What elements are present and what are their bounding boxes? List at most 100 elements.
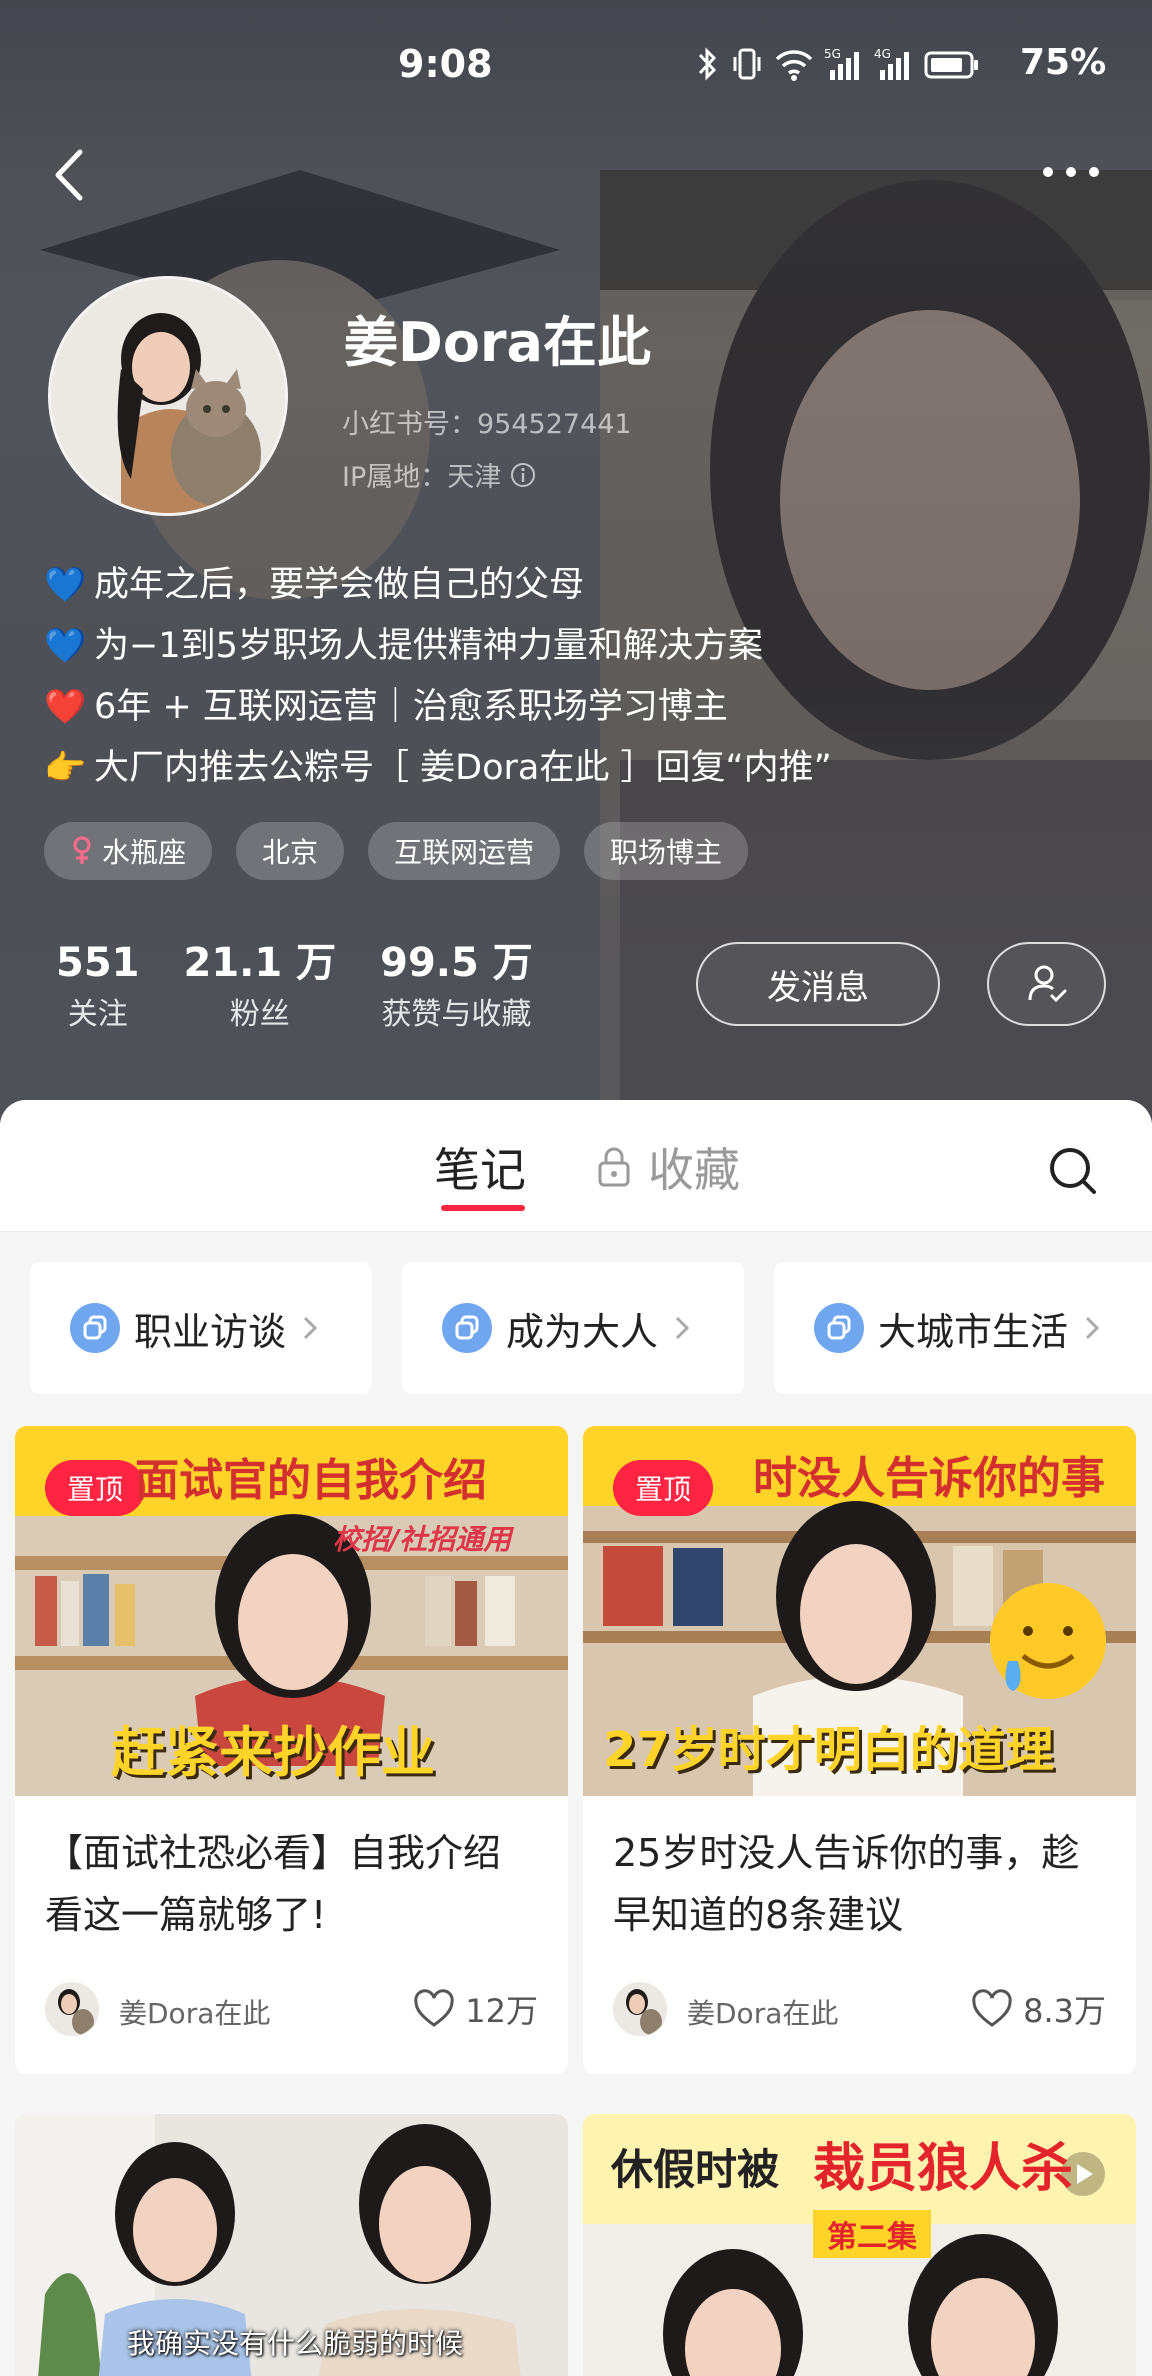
active-tab-indicator [441, 1205, 525, 1211]
stat-label: 关注 [67, 997, 128, 1032]
cover-caption: 27岁时才明白的道理 [603, 1722, 1054, 1778]
heart-icon [972, 1989, 1012, 2027]
bio-text: 大厂内推去公粽号［ 姜Dora在此 ］回复“内推” [94, 748, 832, 788]
follow-user-icon [1028, 965, 1066, 1003]
note-card[interactable]: 置顶 面试官的自我介绍 校招/社招通用 赶紧来抄作业 【面试社恐必看】自我介绍看… [15, 1426, 568, 2074]
note-cover: 休假时被 裁员狼人杀 第二集 [583, 2114, 1136, 2376]
bio-emoji: 💙 [44, 626, 87, 666]
note-title: 25岁时没人告诉你的事，趁早知道的8条建议 [613, 1831, 1080, 1937]
profile-name: 姜Dora在此 [344, 311, 651, 374]
like-count: 8.3万 [1023, 1992, 1106, 2030]
more-button[interactable] [1036, 150, 1106, 190]
bio-emoji: 👉 [44, 748, 87, 788]
bio-text: 为−1到5岁职场人提供精神力量和解决方案 [94, 626, 763, 666]
heart-icon [414, 1989, 454, 2027]
bio-line: 👉 大厂内推去公粽号［ 姜Dora在此 ］回复“内推” [44, 738, 1124, 799]
collection-label: 大城市生活 [878, 1309, 1069, 1354]
wifi-icon [775, 50, 813, 81]
search-button[interactable] [1046, 1144, 1100, 1198]
avatar[interactable] [48, 276, 288, 516]
svg-text:4G: 4G [874, 47, 891, 61]
stat-followers[interactable]: 21.1 万 粉丝 [184, 935, 337, 1039]
like-button[interactable]: 8.3万 [971, 1986, 1106, 2032]
note-footer: 姜Dora在此 12万 [15, 1964, 568, 2074]
battery-icon [924, 51, 978, 79]
note-card[interactable]: 休假时被 裁员狼人杀 第二集 [583, 2114, 1136, 2376]
bio-line: ❤️ 6年 + 互联网运营｜治愈系职场学习博主 [44, 677, 1124, 738]
ip-location-text: IP属地：天津 [342, 462, 502, 493]
status-bar: 9:08 5G 4G 75% [0, 0, 1152, 130]
collection-icon [814, 1303, 864, 1353]
info-icon[interactable] [509, 461, 537, 489]
collection-label: 成为大人 [506, 1309, 659, 1354]
stat-label: 获赞与收藏 [381, 997, 532, 1032]
status-time: 9:08 [398, 42, 493, 86]
stat-value: 99.5 万 [380, 940, 533, 986]
chevron-right-icon [303, 1316, 318, 1340]
battery-percent: 75% [1020, 42, 1107, 83]
signal-5g-icon: 5G [824, 47, 859, 80]
collection-card[interactable]: 大城市生活 [774, 1262, 1152, 1394]
like-button[interactable]: 12万 [413, 1986, 538, 2032]
cover-headline: 时没人告诉你的事 [753, 1453, 1105, 1504]
note-card[interactable]: 我确实没有什么脆弱的时候 [15, 2114, 568, 2376]
bio-line: 💙 成年之后，要学会做自己的父母 [44, 555, 1124, 616]
avatar-image [51, 279, 285, 513]
signal-4g-icon: 4G [874, 47, 909, 80]
author-avatar[interactable] [45, 1982, 99, 2036]
tag-label: 水瓶座 [102, 836, 187, 869]
tag-industry[interactable]: 互联网运营 [368, 822, 561, 880]
bio-emoji: ❤️ [44, 687, 87, 727]
note-cover: 置顶 时没人告诉你的事 27岁时才明白的道理 [583, 1426, 1136, 1796]
note-cover: 置顶 面试官的自我介绍 校招/社招通用 赶紧来抄作业 [15, 1426, 568, 1796]
female-icon [73, 836, 91, 864]
bio-text: 成年之后，要学会做自己的父母 [94, 565, 585, 605]
content-panel: 笔记 收藏 职业访谈 成为大人 大城市生活 置顶 面试官的自我介绍 校招/社招通… [0, 1100, 1152, 2376]
tab-favorites-label: 收藏 [648, 1143, 740, 1197]
note-cover: 我确实没有什么脆弱的时候 [15, 2114, 568, 2376]
more-icon [1043, 167, 1099, 177]
stat-likes-saves[interactable]: 99.5 万 获赞与收藏 [380, 935, 533, 1039]
tag-zodiac[interactable]: 水瓶座 [44, 822, 213, 880]
tab-notes[interactable]: 笔记 [434, 1134, 526, 1200]
author-name[interactable]: 姜Dora在此 [119, 1992, 270, 2032]
bio-text: 6年 + 互联网运营｜治愈系职场学习博主 [94, 687, 728, 727]
note-card[interactable]: 置顶 时没人告诉你的事 27岁时才明白的道理 25岁时没人告诉你的事，趁早知道的… [583, 1426, 1136, 2074]
cover-caption: 赶紧来抄作业 [111, 1721, 435, 1784]
bluetooth-icon [698, 47, 717, 81]
back-arrow-icon [55, 149, 83, 201]
send-message-button[interactable]: 发消息 [696, 942, 940, 1026]
author-avatar[interactable] [613, 1982, 667, 2036]
cover-caption: 我确实没有什么脆弱的时候 [127, 2327, 464, 2360]
note-footer: 姜Dora在此 8.3万 [583, 1964, 1136, 2074]
collection-icon [70, 1303, 120, 1353]
collection-list: 职业访谈 成为大人 大城市生活 [0, 1262, 1152, 1396]
tag-label: 北京 [262, 836, 319, 869]
tag-city[interactable]: 北京 [236, 822, 345, 880]
tag-role[interactable]: 职场博主 [584, 822, 749, 880]
pinned-badge: 置顶 [45, 1460, 146, 1516]
chevron-right-icon [1085, 1316, 1100, 1340]
tag-label: 互联网运营 [394, 836, 535, 869]
profile-tags: 水瓶座 北京 互联网运营 职场博主 [44, 822, 749, 880]
bio-emoji: 💙 [44, 565, 87, 605]
chevron-right-icon [675, 1316, 690, 1340]
pinned-badge: 置顶 [613, 1460, 714, 1516]
collection-card[interactable]: 职业访谈 [30, 1262, 372, 1394]
back-button[interactable] [44, 140, 104, 210]
stat-following[interactable]: 551 关注 [56, 935, 140, 1039]
note-title: 【面试社恐必看】自我介绍看这一篇就够了! [45, 1831, 502, 1937]
follow-status-button[interactable] [987, 942, 1106, 1026]
cover-headline: 面试官的自我介绍 [135, 1455, 487, 1506]
account-id: 小红书号：954527441 [342, 409, 632, 440]
svg-text:5G: 5G [824, 47, 841, 61]
cover-headline-part: 休假时被 [611, 2145, 780, 2194]
like-count: 12万 [465, 1992, 538, 2030]
tab-bar: 笔记 收藏 [0, 1100, 1152, 1232]
cover-headline-highlight: 裁员狼人杀 [813, 2139, 1074, 2199]
stat-value: 21.1 万 [183, 940, 337, 986]
collection-card[interactable]: 成为大人 [402, 1262, 744, 1394]
tab-favorites[interactable]: 收藏 [596, 1134, 740, 1200]
bio-line: 💙 为−1到5岁职场人提供精神力量和解决方案 [44, 616, 1124, 677]
author-name[interactable]: 姜Dora在此 [687, 1992, 838, 2032]
